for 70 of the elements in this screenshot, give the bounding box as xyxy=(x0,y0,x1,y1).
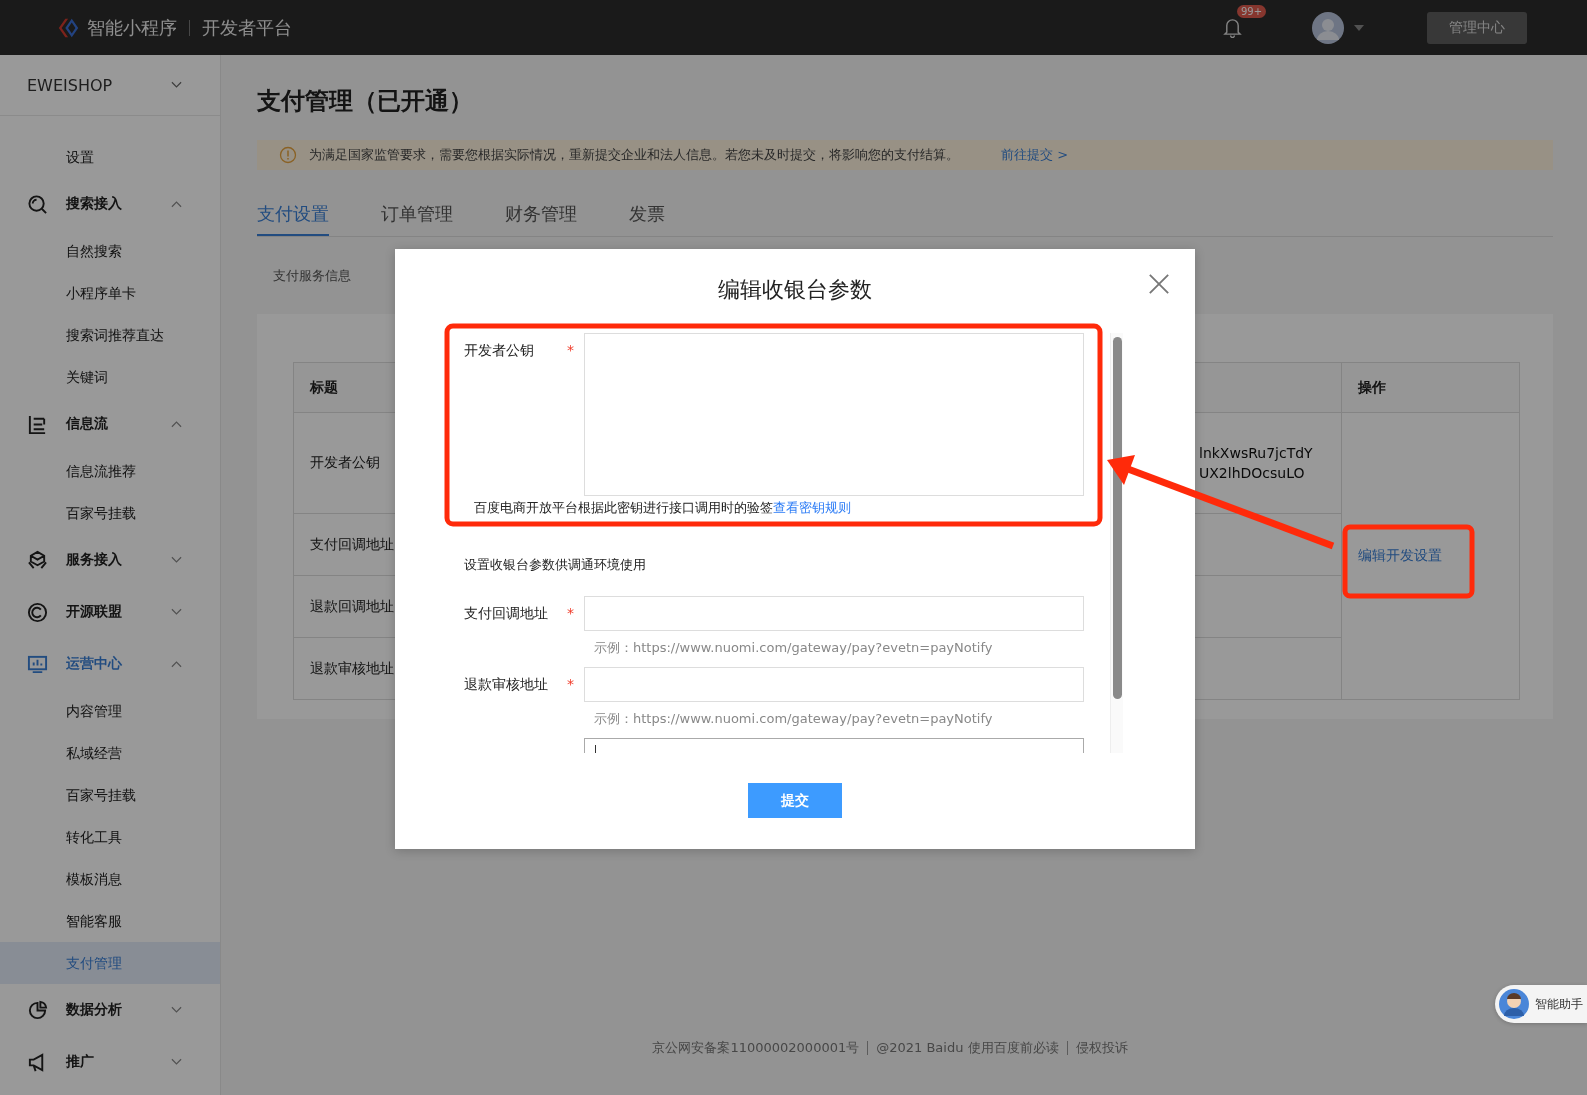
section-text: 设置收银台参数供调通环境使用 xyxy=(464,556,647,574)
chart-icon xyxy=(27,653,48,675)
notice-text: 为满足国家监管要求，需要您根据实际情况，重新提交企业和法人信息。若您未及时提交，将影响您的支付结算。 xyxy=(309,146,959,164)
table-cell-text: 支付回调地址 xyxy=(309,534,395,554)
table-header: 操作 xyxy=(1341,363,1519,412)
assistant-avatar-icon xyxy=(1499,989,1529,1019)
sidebar-item[interactable]: 设置 xyxy=(0,136,220,178)
tab[interactable]: 财务管理 xyxy=(505,202,577,236)
avatar-icon[interactable] xyxy=(1312,11,1344,44)
hint-text: 百度电商开放平台根据此密钥进行接口调用时的验签查看密钥规则 xyxy=(474,499,852,517)
table-cell-text: 退款审核地址 xyxy=(309,658,395,678)
sidebar-item[interactable]: 关键词 xyxy=(0,356,220,398)
field-label: 开发者公钥 xyxy=(464,342,534,360)
sidebar-group[interactable]: 推广 xyxy=(0,1036,220,1088)
sidebar-group[interactable]: 数据分析 xyxy=(0,984,220,1036)
chevron-up-icon xyxy=(171,660,182,668)
cube-icon xyxy=(27,549,48,571)
sidebar-item[interactable]: 模板消息 xyxy=(0,858,220,900)
chevron-down-icon[interactable] xyxy=(171,81,182,89)
required-mark: * xyxy=(567,605,574,623)
chevron-down-icon xyxy=(171,556,182,564)
sidebar-group[interactable]: 开源联盟 xyxy=(0,586,220,638)
required-mark: * xyxy=(567,342,574,360)
example-text: 示例：https://www.nuomi.com/gateway/pay?evetn=payNotify xyxy=(594,710,994,728)
sidebar-item[interactable]: 信息流推荐 xyxy=(0,450,220,492)
chevron-down-icon xyxy=(171,1058,182,1066)
page-title: 支付管理（已开通） xyxy=(257,86,474,116)
circle-icon xyxy=(27,601,48,623)
platform-name: 开发者平台 xyxy=(201,15,292,40)
table-cell-text: lnkXwsRu7jcTdY UX2lhDOcsuLO xyxy=(1199,444,1314,483)
sidebar-item[interactable]: 小程序单卡 xyxy=(0,272,220,314)
sidebar-item[interactable]: 私域经营 xyxy=(0,732,220,774)
product-name: 智能小程序 xyxy=(87,19,190,36)
sidebar-item[interactable]: 搜索词推荐直达 xyxy=(0,314,220,356)
account-switcher[interactable]: EWEISHOP xyxy=(0,55,220,116)
bell-icon[interactable] xyxy=(1223,17,1242,38)
table-cell-text: 退款回调地址 xyxy=(309,596,395,616)
key-rules-link[interactable]: 查看密钥规则 xyxy=(773,500,851,515)
tab[interactable]: 订单管理 xyxy=(381,202,453,236)
sidebar-group[interactable]: 信息流 xyxy=(0,398,220,450)
pie-chart-icon xyxy=(27,999,48,1021)
table-cell-text: 开发者公钥 xyxy=(309,453,381,472)
chevron-up-icon xyxy=(171,420,182,428)
scrollbar-thumb[interactable] xyxy=(1113,337,1122,699)
table-header: 标题 xyxy=(309,377,339,397)
dialog-title: 编辑收银台参数 xyxy=(717,276,873,304)
public-key-field[interactable] xyxy=(584,333,1084,496)
field-label: 退款审核地址 xyxy=(464,676,548,694)
example-text: 示例：https://www.nuomi.com/gateway/pay?evetn=payNotify xyxy=(594,639,994,657)
sidebar-item[interactable]: 智能客服 xyxy=(0,900,220,942)
chevron-down-icon xyxy=(171,1006,182,1014)
sidebar-item[interactable]: 内容管理 xyxy=(0,690,220,732)
list-icon xyxy=(27,413,48,435)
sidebar-group[interactable]: 服务接入 xyxy=(0,534,220,586)
tab[interactable]: 发票 xyxy=(629,202,665,236)
required-mark: * xyxy=(567,676,574,694)
chevron-up-icon xyxy=(171,200,182,208)
close-icon[interactable] xyxy=(1148,273,1170,295)
sidebar-item[interactable]: 自然搜索 xyxy=(0,230,220,272)
sidebar-group[interactable]: 搜索接入 xyxy=(0,178,220,230)
sidebar-item[interactable]: 转化工具 xyxy=(0,816,220,858)
field-label: 支付回调地址 xyxy=(464,605,548,623)
sidebar-item[interactable]: 百家号挂载 xyxy=(0,774,220,816)
chevron-down-icon xyxy=(171,608,182,616)
info-icon xyxy=(279,146,297,164)
notification-badge: 99+ xyxy=(1237,5,1267,18)
caret-icon[interactable] xyxy=(1354,24,1364,31)
assistant-button[interactable]: 智能助手 xyxy=(1495,985,1587,1023)
search-icon xyxy=(27,193,48,215)
sidebar-item[interactable]: 百家号挂载 xyxy=(0,492,220,534)
